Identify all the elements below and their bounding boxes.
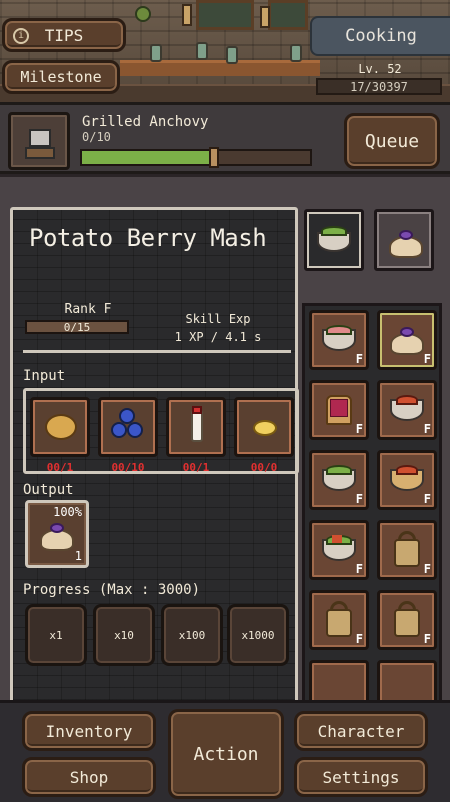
recipe-rank: F xyxy=(423,422,431,436)
queue-button[interactable]: Queue xyxy=(344,113,440,169)
inventory-label: Inventory xyxy=(45,721,133,741)
divider xyxy=(23,350,291,353)
multiplier-label: x1 xyxy=(49,628,63,642)
milestone-button[interactable]: Milestone xyxy=(2,60,120,94)
plant-icon xyxy=(135,6,151,22)
skill-level: Lv. 52 xyxy=(358,62,402,76)
ingredient-count: 00/1 xyxy=(46,461,74,474)
queue-progress-fill xyxy=(82,151,215,164)
jar-icon xyxy=(196,42,208,60)
lantern-icon xyxy=(260,6,270,28)
recipe-rank: F xyxy=(423,492,431,506)
progress-label: Progress (Max : 3000) xyxy=(23,582,201,598)
action-button[interactable]: Action xyxy=(168,709,284,799)
queue-progress-bar xyxy=(80,147,312,168)
queue-progress-knob xyxy=(209,147,220,168)
tab-salad-bowl[interactable] xyxy=(304,209,364,271)
multiplier-x1000-button[interactable]: x1000 xyxy=(227,604,289,666)
skill-xp: 17/30397 xyxy=(316,78,442,95)
multiplier-label: x1000 xyxy=(241,628,275,642)
queue-item-count: 0/10 xyxy=(82,130,111,144)
rank-label: Rank F xyxy=(64,302,112,317)
ingredient-count: 00/1 xyxy=(182,461,210,474)
recipe-rank: F xyxy=(355,492,363,506)
butter-icon xyxy=(253,420,277,436)
recipe-rank: F xyxy=(423,352,431,366)
ingredient-slot-butter[interactable] xyxy=(234,397,294,457)
queue-label: Queue xyxy=(364,130,420,152)
jar-icon xyxy=(226,46,238,64)
kitchen-table xyxy=(120,60,320,76)
output-quantity: 1 xyxy=(74,549,82,563)
skill-exp-label: Skill Exp xyxy=(185,312,251,326)
input-label: Input xyxy=(23,368,66,384)
potato-icon xyxy=(45,414,77,440)
info-icon: i xyxy=(13,28,29,44)
recipe-slot[interactable]: F xyxy=(309,450,369,510)
skill-title: Cooking xyxy=(310,16,450,56)
milestone-label: Milestone xyxy=(20,68,102,86)
settings-button[interactable]: Settings xyxy=(294,757,428,797)
recipe-rank: F xyxy=(355,352,363,366)
lantern-icon xyxy=(182,4,192,26)
recipe-slot-locked[interactable]: F xyxy=(377,520,437,580)
recipe-slot-locked[interactable]: F xyxy=(309,590,369,650)
recipe-slot[interactable]: F xyxy=(309,380,369,440)
tips-label: TIPS xyxy=(44,25,84,45)
input-ingredients: 00/1 00/10 00/1 00/0 xyxy=(23,388,299,474)
bottom-nav: Inventory Shop Action Character Settings xyxy=(0,700,450,802)
recipe-rank: F xyxy=(355,632,363,646)
recipe-slot-partial[interactable] xyxy=(377,660,437,700)
queue-item-name: Grilled Anchovy xyxy=(82,114,209,130)
kitchen-window xyxy=(196,0,254,30)
recipe-rank: F xyxy=(423,632,431,646)
recipe-list-column: F F F F F F F F F F xyxy=(302,207,442,703)
queue-bar: Grilled Anchovy 0/10 Queue xyxy=(0,102,450,174)
recipe-rank: F xyxy=(355,422,363,436)
jar-icon xyxy=(290,44,302,62)
recipe-slot[interactable]: F xyxy=(309,310,369,370)
recipe-grid: F F F F F F F F F F xyxy=(302,303,442,703)
jar-icon xyxy=(150,44,162,62)
settings-label: Settings xyxy=(322,767,400,787)
recipe-slot-locked[interactable]: F xyxy=(377,590,437,650)
recipe-slot-partial[interactable] xyxy=(309,660,369,700)
multiplier-x10-button[interactable]: x10 xyxy=(93,604,155,666)
ingredient-slot-blueberry[interactable] xyxy=(98,397,158,457)
tips-button[interactable]: i TIPS xyxy=(2,18,126,52)
output-chance: 100% xyxy=(53,505,82,519)
inventory-button[interactable]: Inventory xyxy=(22,711,156,751)
rank-progress-bar: 0/15 xyxy=(25,320,129,334)
action-label: Action xyxy=(193,743,259,765)
shop-label: Shop xyxy=(69,767,109,787)
output-label: Output xyxy=(23,482,74,498)
multiplier-label: x10 xyxy=(114,628,134,642)
recipe-title: Potato Berry Mash xyxy=(29,224,267,252)
ingredient-count: 00/10 xyxy=(111,461,145,474)
main-panel: Potato Berry Mash Rank F 0/15 Skill Exp … xyxy=(0,174,450,703)
recipe-slot[interactable]: F xyxy=(377,450,437,510)
ingredient-slot-potato[interactable] xyxy=(30,397,90,457)
ingredient-count: 00/0 xyxy=(250,461,278,474)
output-slot[interactable]: 100% 1 xyxy=(25,500,89,568)
tab-mash[interactable] xyxy=(374,209,434,271)
shop-button[interactable]: Shop xyxy=(22,757,156,797)
recipe-detail-panel: Potato Berry Mash Rank F 0/15 Skill Exp … xyxy=(10,207,299,703)
recipe-slot-selected[interactable]: F xyxy=(377,310,437,370)
recipe-rank: F xyxy=(423,562,431,576)
ingredient-slot-milk[interactable] xyxy=(166,397,226,457)
multiplier-x100-button[interactable]: x100 xyxy=(161,604,223,666)
recipe-slot[interactable]: F xyxy=(309,520,369,580)
kitchen-window-small xyxy=(268,0,308,30)
recipe-rank: F xyxy=(355,562,363,576)
character-label: Character xyxy=(317,721,405,741)
skill-exp-value: 1 XP / 4.1 s xyxy=(174,330,262,344)
rank-progress-text: 0/15 xyxy=(63,320,91,334)
recipe-slot[interactable]: F xyxy=(377,380,437,440)
multiplier-x1-button[interactable]: x1 xyxy=(25,604,87,666)
grill-icon xyxy=(8,112,70,170)
character-button[interactable]: Character xyxy=(294,711,428,751)
multiplier-label: x100 xyxy=(178,628,206,642)
